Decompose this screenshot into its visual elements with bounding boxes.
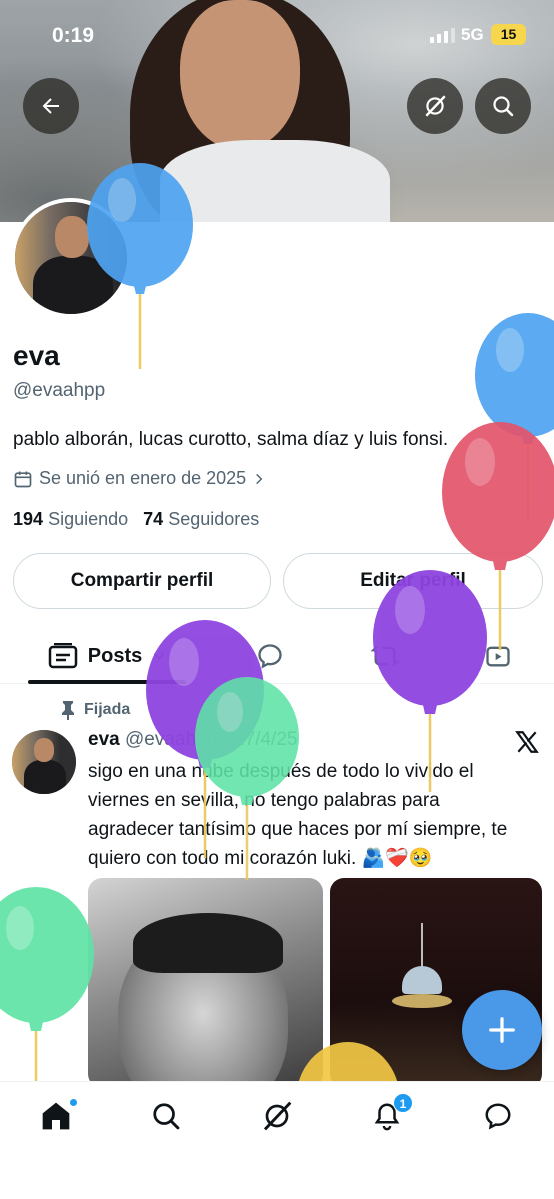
chevron-down-icon <box>154 653 165 660</box>
profile-handle: @evaahpp <box>13 380 106 401</box>
photo-hair <box>133 913 283 973</box>
banner-photo-shirt <box>160 140 390 222</box>
status-time: 0:19 <box>52 24 95 47</box>
search-button[interactable] <box>475 78 531 134</box>
nav-home[interactable] <box>36 1096 78 1136</box>
following-link[interactable]: 194 Siguiendo <box>13 509 128 529</box>
messages-icon <box>485 1103 511 1130</box>
post-avatar[interactable] <box>12 730 76 794</box>
following-label: Siguiendo <box>48 509 129 529</box>
pinned-indicator: Fijada <box>60 700 130 720</box>
post-author[interactable]: eva <box>88 729 120 750</box>
signal-icon <box>430 28 455 43</box>
joined-date[interactable]: Se unió en enero de 2025 <box>13 468 266 489</box>
profile-name: eva <box>13 340 60 371</box>
notifications-badge: 1 <box>393 1093 413 1113</box>
back-button[interactable] <box>23 78 79 134</box>
post-meta: @evaahpp · 27/4/25 <box>124 729 298 750</box>
arrow-left-icon <box>42 98 59 114</box>
search-icon <box>153 1103 180 1130</box>
plus-icon <box>489 1017 515 1043</box>
balloon-red <box>442 422 554 650</box>
lamp-light <box>392 994 452 1008</box>
grok-x-icon[interactable] <box>514 729 540 755</box>
followers-link[interactable]: 74 Seguidores <box>143 509 259 529</box>
pinned-label: Fijada <box>84 701 131 718</box>
pin-icon <box>62 701 74 720</box>
edit-profile-button[interactable]: Editar perfil <box>283 553 543 609</box>
followers-label: Seguidores <box>168 509 260 529</box>
following-count: 194 <box>13 509 44 529</box>
balloon-green-left <box>0 887 94 1081</box>
tab-reposts[interactable] <box>357 628 413 684</box>
joined-label: Se unió en enero de 2025 <box>39 468 247 488</box>
chevron-right-icon <box>256 473 263 484</box>
grok-icon <box>263 1101 292 1131</box>
tab-posts[interactable]: Posts <box>28 628 186 684</box>
post-media-1[interactable] <box>88 878 323 1088</box>
lamp-shade <box>402 966 442 994</box>
grok-button[interactable] <box>407 78 463 134</box>
active-tab-indicator <box>28 680 186 684</box>
post-avatar-head <box>34 738 54 762</box>
compose-button[interactable] <box>462 990 542 1070</box>
video-icon <box>486 646 510 667</box>
tab-replies[interactable] <box>242 628 298 684</box>
nav-messages[interactable] <box>478 1096 518 1136</box>
home-icon <box>42 1102 70 1130</box>
profile-tabs: Posts <box>0 628 554 684</box>
profile-avatar[interactable] <box>11 198 131 318</box>
nav-grok[interactable] <box>257 1096 297 1136</box>
post-text: sigo en una nube después de todo lo vivi… <box>88 761 508 869</box>
balloon-blue-right <box>475 313 554 519</box>
status-bar: 0:19 5G 15 <box>0 0 554 70</box>
lamp-cord <box>421 923 423 968</box>
grok-icon <box>425 95 446 117</box>
battery-level: 15 <box>491 24 526 45</box>
repost-icon <box>370 645 400 667</box>
nav-search[interactable] <box>146 1096 186 1136</box>
home-unread-dot <box>69 1098 78 1107</box>
tab-posts-label: Posts <box>87 644 143 667</box>
reply-icon <box>258 644 282 669</box>
post-avatar-jacket <box>24 760 66 794</box>
calendar-icon <box>14 471 32 487</box>
followers-count: 74 <box>143 509 164 529</box>
bottom-navigation: 1 <box>0 1081 554 1199</box>
network-type: 5G <box>461 25 484 44</box>
post-header: eva @evaahpp · 27/4/25 <box>88 729 297 751</box>
avatar-jacket <box>33 256 113 314</box>
avatar-head <box>55 216 89 258</box>
posts-icon <box>48 643 78 669</box>
search-icon <box>493 96 514 117</box>
share-profile-button[interactable]: Compartir perfil <box>13 553 271 609</box>
tab-media[interactable] <box>470 628 526 684</box>
follow-stats: 194 Siguiendo 74 Seguidores <box>13 509 259 530</box>
nav-notifications[interactable]: 1 <box>367 1093 413 1136</box>
profile-bio: pablo alborán, lucas curotto, salma díaz… <box>13 429 449 450</box>
